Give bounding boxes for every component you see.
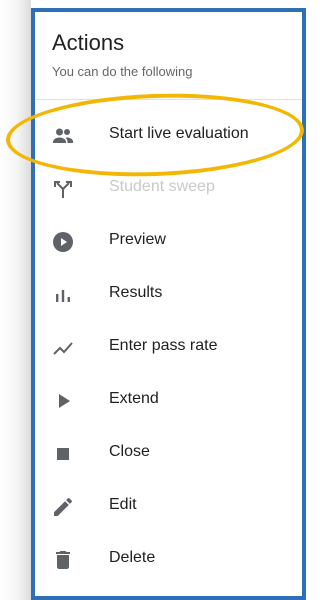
menu-item-label: Enter pass rate xyxy=(109,337,218,354)
merge-arrow-icon xyxy=(54,181,72,198)
stop-square-icon xyxy=(57,448,69,460)
menu-item-label: Results xyxy=(109,284,163,301)
pencil-icon xyxy=(54,497,72,516)
menu-item-label: Close xyxy=(109,443,150,460)
menu-item-close[interactable]: Close xyxy=(36,428,302,480)
play-arrow-icon xyxy=(59,394,70,408)
menu-item-label: Preview xyxy=(109,231,166,248)
frame-border-left xyxy=(31,10,35,600)
menu-item-edit[interactable]: Edit xyxy=(36,481,302,533)
menu-item-label: Delete xyxy=(109,549,156,566)
background-shadow xyxy=(0,0,31,600)
play-circle-icon xyxy=(53,232,73,252)
menu-item-label: Student sweep xyxy=(109,178,215,195)
menu-item-extend[interactable]: Extend xyxy=(36,375,302,427)
frame-border-right xyxy=(302,8,306,600)
frame-border-top xyxy=(31,8,306,12)
menu-item-results[interactable]: Results xyxy=(36,269,302,321)
actions-panel: Actions You can do the following Start l… xyxy=(0,0,306,600)
panel-title: Actions xyxy=(52,30,125,55)
menu-item-enter-pass-rate[interactable]: Enter pass rate xyxy=(36,322,302,374)
trend-line-icon xyxy=(53,342,73,355)
bar-chart-icon xyxy=(56,290,70,302)
menu-item-label: Edit xyxy=(109,496,137,513)
menu-item-preview[interactable]: Preview xyxy=(36,216,302,268)
trash-icon xyxy=(56,551,70,569)
panel-subtitle: You can do the following xyxy=(52,64,193,79)
menu-item-label: Extend xyxy=(109,390,159,407)
frame-border-bottom xyxy=(31,596,306,600)
menu-item-delete[interactable]: Delete xyxy=(36,534,302,586)
